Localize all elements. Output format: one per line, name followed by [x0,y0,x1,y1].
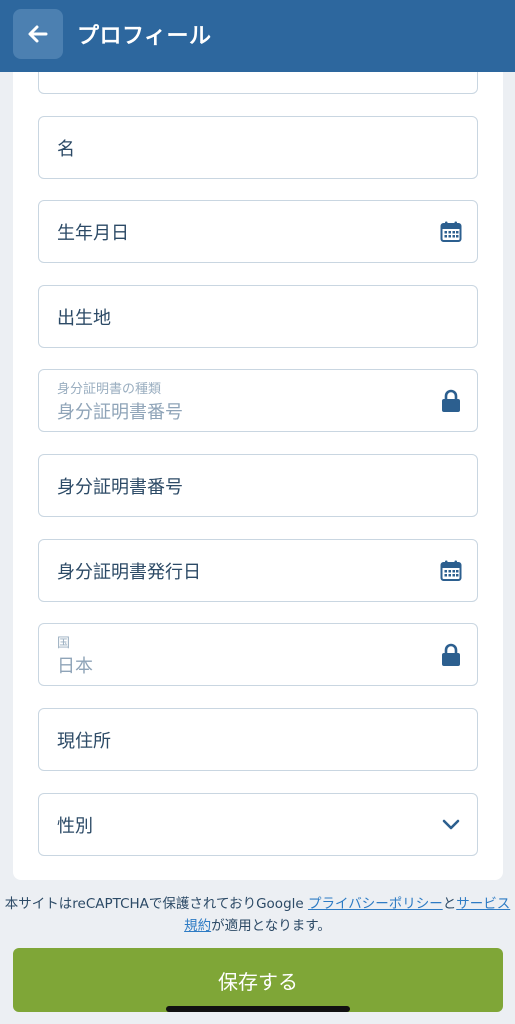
page-title: プロフィール [77,24,212,49]
id-number-field[interactable]: 身分証明書番号 [38,454,478,517]
lock-icon [439,389,463,413]
chevron-down-icon[interactable] [439,813,463,837]
lock-icon [439,643,463,667]
save-button[interactable]: 保存する [13,948,503,1012]
back-button[interactable] [13,9,63,59]
field-label: 身分証明書番号 [57,476,183,498]
birthplace-field[interactable]: 出生地 [38,285,478,348]
home-indicator [166,1006,350,1012]
app-header: プロフィール [0,0,515,72]
field-value: 日本 [57,656,93,677]
field-label: 身分証明書発行日 [57,561,201,583]
calendar-icon[interactable] [439,220,463,244]
field-small-label: 身分証明書の種類 [57,382,162,397]
recaptcha-notice: 本サイトはreCAPTCHAで保護されておりGoogle プライバシーポリシーと… [0,893,515,937]
country-field: 国 日本 [38,623,478,686]
field-label: 性別 [57,815,93,837]
and-text: と [442,896,457,912]
gender-select[interactable]: 性別 [38,793,478,856]
birthdate-field[interactable]: 生年月日 [38,200,478,263]
first-name-field[interactable]: 名 [38,116,478,179]
recaptcha-text: 本サイトはreCAPTCHAで保護されておりGoogle [4,896,308,912]
id-type-field: 身分証明書の種類 身分証明書番号 [38,369,478,432]
address-field[interactable]: 現住所 [38,708,478,771]
field-value: 身分証明書番号 [57,402,183,423]
field-small-label: 国 [57,636,71,651]
recaptcha-text-end: が適用となります。 [211,918,331,934]
field-label: 現住所 [57,730,111,752]
profile-form-card: 名 生年月日 出生地 身分証明書の種類 身分証明書番号 身分証明書番号 身分証明… [13,72,503,880]
field-label: 名 [57,138,75,160]
field-label: 出生地 [57,307,111,329]
field-label: 生年月日 [57,222,129,244]
privacy-policy-link[interactable]: プライバシーポリシー [308,896,443,912]
arrow-left-icon [28,25,48,43]
calendar-icon[interactable] [439,559,463,583]
id-issue-date-field[interactable]: 身分証明書発行日 [38,539,478,602]
form-field-top[interactable] [38,72,478,94]
